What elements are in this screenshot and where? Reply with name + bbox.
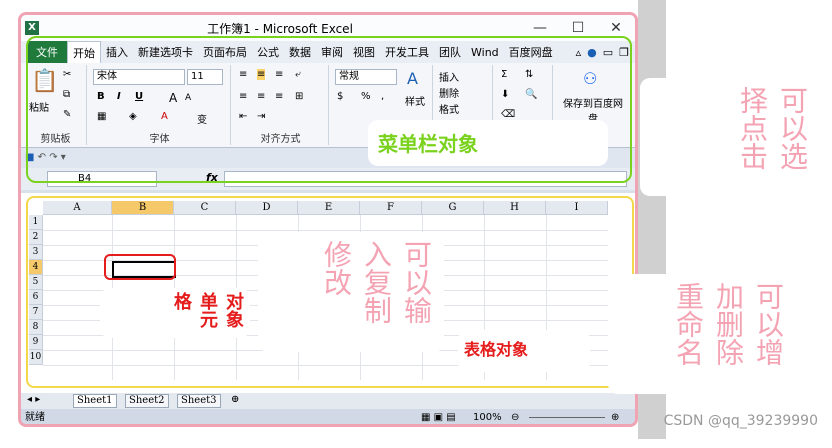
annotation-cell-object: 对象单元格 (100, 288, 250, 338)
annotation-table-object: 表格对象 (458, 330, 590, 372)
annotation-add-delete: 可以增加删除重命名 (608, 274, 796, 394)
minimize-button[interactable]: — (521, 20, 559, 36)
sheet-tab-1[interactable]: Sheet1 (73, 394, 117, 408)
annotation-selectable: 可以选择点击 (640, 78, 820, 196)
sheet-tab-bar: ◂ ▸ Sheet1 Sheet2 Sheet3 ⊕ (21, 393, 635, 409)
annotation-menu-object: 菜单栏对象 (368, 120, 608, 166)
window-title: 工作簿1 - Microsoft Excel (207, 21, 353, 36)
close-button[interactable]: ✕ (597, 20, 635, 36)
new-sheet-icon[interactable]: ⊕ (231, 394, 239, 405)
annotation-input-copy: 可以输入复制修改 (258, 232, 444, 352)
zoom-level: 100% (473, 412, 502, 423)
annotation-partial (190, 428, 460, 448)
watermark: CSDN @qq_39239990 (663, 413, 818, 429)
sheet-tab-3[interactable]: Sheet3 (177, 394, 221, 408)
zoom-slider[interactable] (529, 417, 605, 418)
zoom-in-icon[interactable]: ⊕ (611, 409, 619, 424)
view-buttons-icon[interactable]: ▦ ▣ ▤ (421, 409, 456, 424)
excel-app-icon[interactable]: X (25, 21, 39, 35)
zoom-out-icon[interactable]: ⊖ (511, 409, 519, 424)
sheet-tab-2[interactable]: Sheet2 (125, 394, 169, 408)
status-bar: 就绪 ▦ ▣ ▤ 100% ⊖ ⊕ (21, 409, 635, 424)
cell-outline (104, 254, 176, 280)
maximize-button[interactable]: ☐ (559, 20, 597, 36)
sheet-nav-icon[interactable]: ◂ ▸ (27, 394, 40, 405)
status-ready: 就绪 (25, 412, 45, 423)
